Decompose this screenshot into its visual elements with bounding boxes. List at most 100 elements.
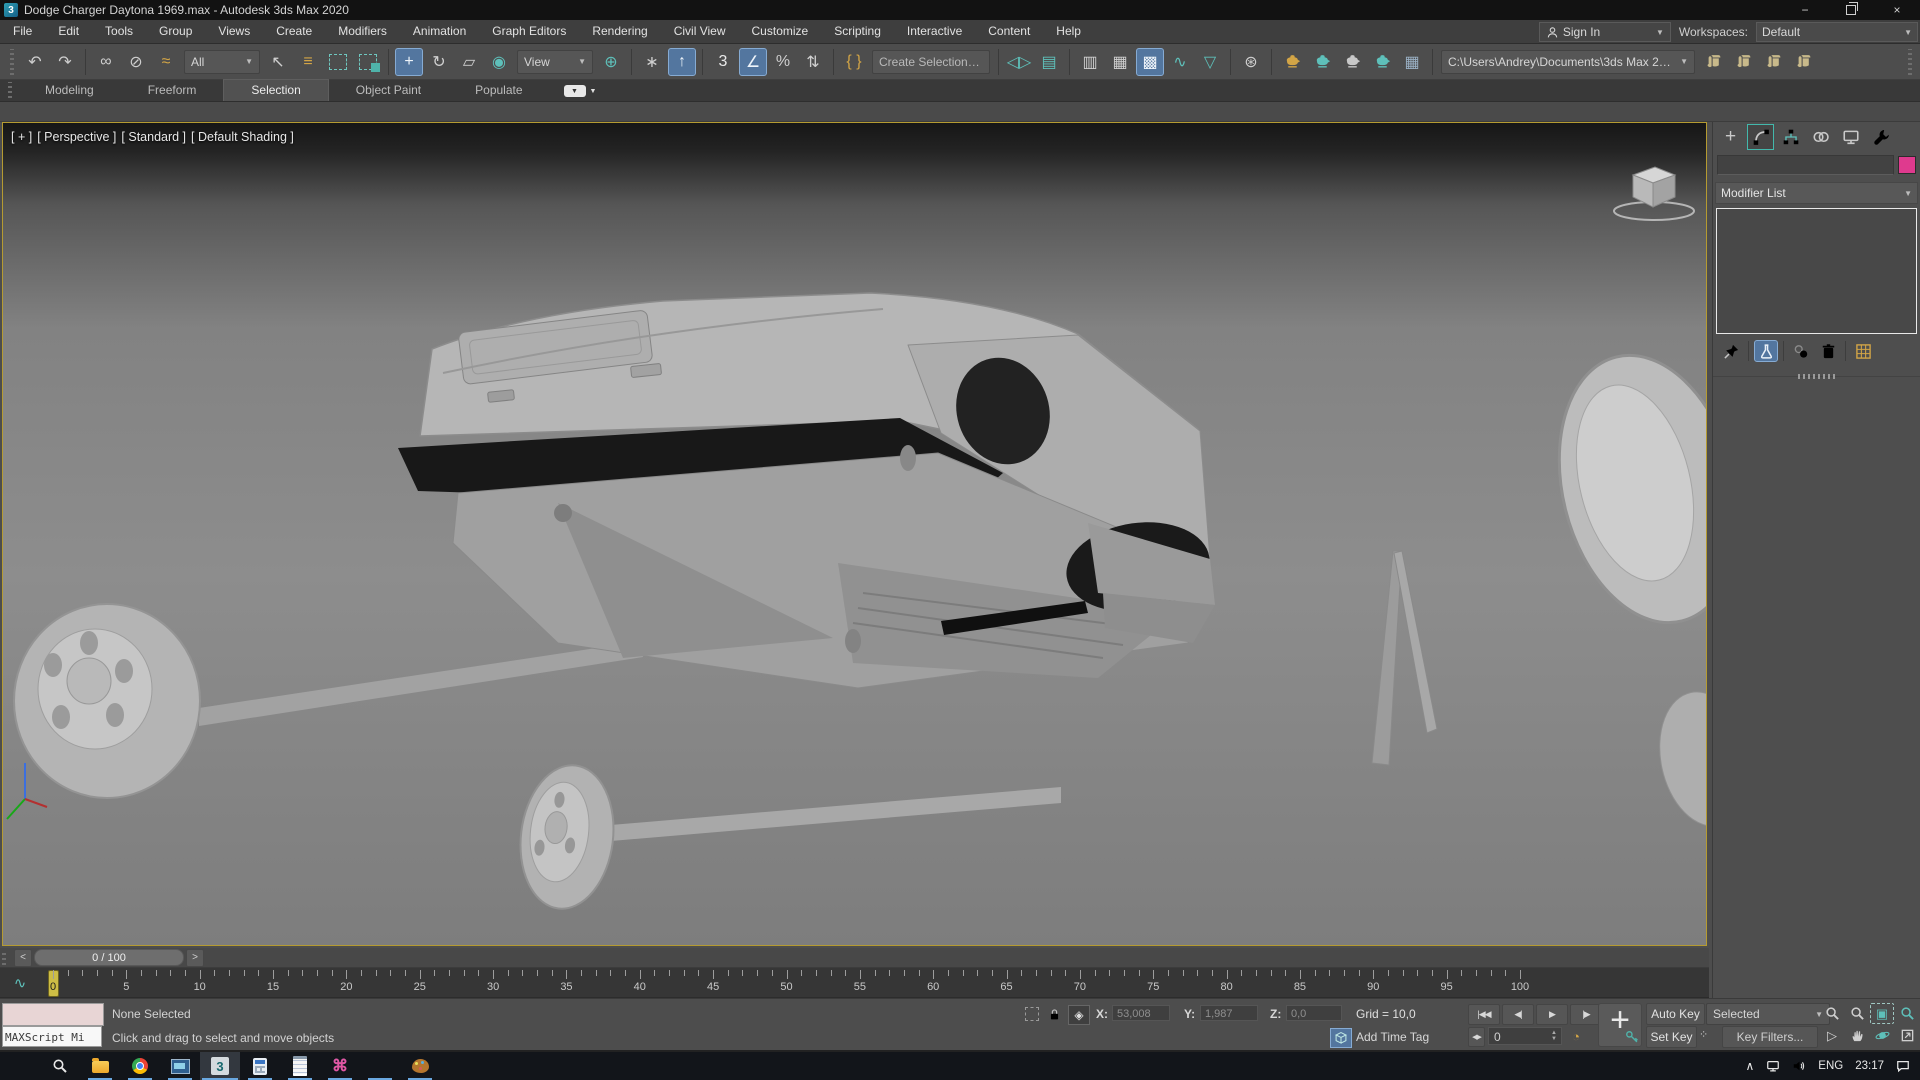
clock[interactable]: 23:17 — [1855, 1060, 1884, 1072]
previous-frame-button[interactable]: ◀| — [1502, 1004, 1534, 1025]
undo-button[interactable]: ↶ — [21, 48, 49, 76]
close-button[interactable]: × — [1874, 0, 1920, 20]
key-mode-toggle[interactable]: ◀▶ — [1468, 1027, 1485, 1047]
menu-animation[interactable]: Animation — [400, 20, 479, 43]
script-button-2[interactable] — [1729, 48, 1757, 76]
frame-spinner[interactable]: ▲▼ — [1548, 1027, 1560, 1045]
z-coord-field[interactable]: 0,0 — [1286, 1005, 1342, 1021]
action-center-icon[interactable] — [1896, 1059, 1910, 1073]
keyboard-shortcut-override-toggle[interactable]: ↑ — [668, 48, 696, 76]
search-button[interactable] — [40, 1052, 80, 1080]
viewport-canvas[interactable] — [3, 123, 1706, 945]
viewport-shading-menu[interactable]: [ Default Shading ] — [191, 130, 294, 144]
project-folder-dropdown[interactable]: C:\Users\Andrey\Documents\3ds Max 2020▼ — [1441, 50, 1695, 74]
isolate-selection-toggle[interactable] — [1022, 1005, 1042, 1023]
key-filters-icon[interactable]: ⁘ — [1699, 1028, 1708, 1041]
configure-modifier-sets-button[interactable] — [1851, 340, 1875, 362]
menu-group[interactable]: Group — [146, 20, 205, 43]
maxscript-mini-listener-output[interactable] — [2, 1003, 104, 1026]
workspace-dropdown[interactable]: Default ▼ — [1756, 22, 1918, 42]
monitor-app[interactable] — [160, 1052, 200, 1080]
menu-edit[interactable]: Edit — [45, 20, 92, 43]
snaps-toggle[interactable]: 3 — [709, 48, 737, 76]
y-coord-field[interactable]: 1,987 — [1200, 1005, 1258, 1021]
spinner-snap-toggle[interactable]: ⇅ — [799, 48, 827, 76]
mirror-button[interactable]: ◁▷ — [1005, 48, 1033, 76]
remove-modifier-button[interactable] — [1816, 340, 1840, 362]
angle-snap-toggle[interactable]: ∠ — [739, 48, 767, 76]
palette-app[interactable] — [400, 1052, 440, 1080]
ribbon-tab-object-paint[interactable]: Object Paint — [329, 80, 448, 101]
render-in-cloud-button[interactable] — [1368, 48, 1396, 76]
select-and-place-button[interactable]: ◉ — [485, 48, 513, 76]
notepad-app[interactable] — [280, 1052, 320, 1080]
tab-utilities[interactable] — [1867, 124, 1894, 150]
maxscript-mini-listener-input[interactable]: MAXScript Mi — [2, 1026, 102, 1047]
absolute-mode-toggle[interactable]: ◈ — [1068, 1005, 1090, 1025]
x-coord-field[interactable]: 53,008 — [1112, 1005, 1170, 1021]
make-unique-button[interactable] — [1789, 340, 1813, 362]
menu-scripting[interactable]: Scripting — [821, 20, 894, 43]
menu-content[interactable]: Content — [975, 20, 1043, 43]
percent-snap-toggle[interactable]: % — [769, 48, 797, 76]
ribbon-grip[interactable] — [8, 82, 12, 98]
menu-civil-view[interactable]: Civil View — [661, 20, 739, 43]
select-and-link-button[interactable]: ∞ — [92, 48, 120, 76]
ribbon-tab-populate[interactable]: Populate — [448, 80, 549, 101]
next-frame-slider-button[interactable]: > — [186, 949, 204, 967]
show-end-result-toggle[interactable] — [1754, 340, 1778, 362]
use-pivot-point-center-button[interactable]: ⊕ — [597, 48, 625, 76]
named-selection-sets-field[interactable]: Create Selection Se — [872, 50, 990, 74]
ribbon-minimize-dropdown[interactable]: ▼ ▼ — [564, 85, 597, 97]
select-by-name-button[interactable]: ≡ — [294, 48, 322, 76]
render-gallery-button[interactable]: ▦ — [1398, 48, 1426, 76]
script-button-4[interactable] — [1789, 48, 1817, 76]
selection-lock-toggle[interactable] — [1044, 1005, 1064, 1023]
zoom-extents-button[interactable]: ▣ — [1870, 1003, 1894, 1024]
time-tag-icon-button[interactable] — [1330, 1028, 1352, 1048]
script-button-1[interactable] — [1699, 48, 1727, 76]
modifier-list-dropdown[interactable]: Modifier List ▼ — [1715, 182, 1918, 204]
select-and-rotate-button[interactable]: ↻ — [425, 48, 453, 76]
object-color-swatch[interactable] — [1898, 156, 1916, 174]
3ds-max-app[interactable]: 3 — [200, 1052, 240, 1080]
chrome-app[interactable] — [120, 1052, 160, 1080]
tab-display[interactable] — [1837, 124, 1864, 150]
slider-grip[interactable] — [2, 951, 6, 965]
tray-chevron-icon[interactable]: ∧ — [1746, 1059, 1755, 1073]
schematic-view-button[interactable]: ▽ — [1196, 48, 1224, 76]
set-key-toggle[interactable]: Set Key — [1646, 1026, 1697, 1048]
render-production-button[interactable] — [1338, 48, 1366, 76]
render-setup-button[interactable] — [1278, 48, 1306, 76]
toolbar-grip[interactable] — [10, 49, 14, 75]
menu-file[interactable]: File — [0, 20, 45, 43]
tab-modify[interactable] — [1747, 124, 1774, 150]
select-object-button[interactable]: ↖ — [264, 48, 292, 76]
language-indicator[interactable]: ENG — [1818, 1060, 1843, 1072]
toggle-scene-explorer-button[interactable]: ▥ — [1076, 48, 1104, 76]
toolbar-grip-right[interactable] — [1908, 49, 1912, 75]
field-of-view-button[interactable]: ▷ — [1820, 1025, 1844, 1046]
select-and-manipulate-button[interactable]: ∗ — [638, 48, 666, 76]
viewport-pointofview-menu[interactable]: [ Perspective ] — [37, 130, 116, 144]
window-crossing-toggle[interactable] — [354, 48, 382, 76]
unlink-selection-button[interactable]: ⊘ — [122, 48, 150, 76]
bind-to-space-warp-button[interactable]: ≈ — [152, 48, 180, 76]
menu-views[interactable]: Views — [205, 20, 263, 43]
add-time-tag[interactable]: Add Time Tag — [1356, 1030, 1429, 1044]
selection-filter-dropdown[interactable]: All▼ — [184, 50, 260, 74]
time-slider-handle[interactable]: 0 / 100 — [34, 949, 184, 966]
panel-divider[interactable] — [1713, 376, 1920, 385]
select-and-move-button[interactable]: + — [395, 48, 423, 76]
align-button[interactable]: ▤ — [1035, 48, 1063, 76]
ribbon-tab-freeform[interactable]: Freeform — [121, 80, 224, 101]
menu-graph-editors[interactable]: Graph Editors — [479, 20, 579, 43]
menu-customize[interactable]: Customize — [739, 20, 822, 43]
menu-help[interactable]: Help — [1043, 20, 1094, 43]
file-explorer-app[interactable] — [80, 1052, 120, 1080]
command-app[interactable]: ⌘ — [320, 1052, 360, 1080]
network-icon[interactable] — [1766, 1059, 1780, 1073]
pin-stack-button[interactable] — [1719, 340, 1743, 362]
material-editor-button[interactable]: ⊛ — [1237, 48, 1265, 76]
speaker-icon[interactable] — [1792, 1059, 1806, 1073]
